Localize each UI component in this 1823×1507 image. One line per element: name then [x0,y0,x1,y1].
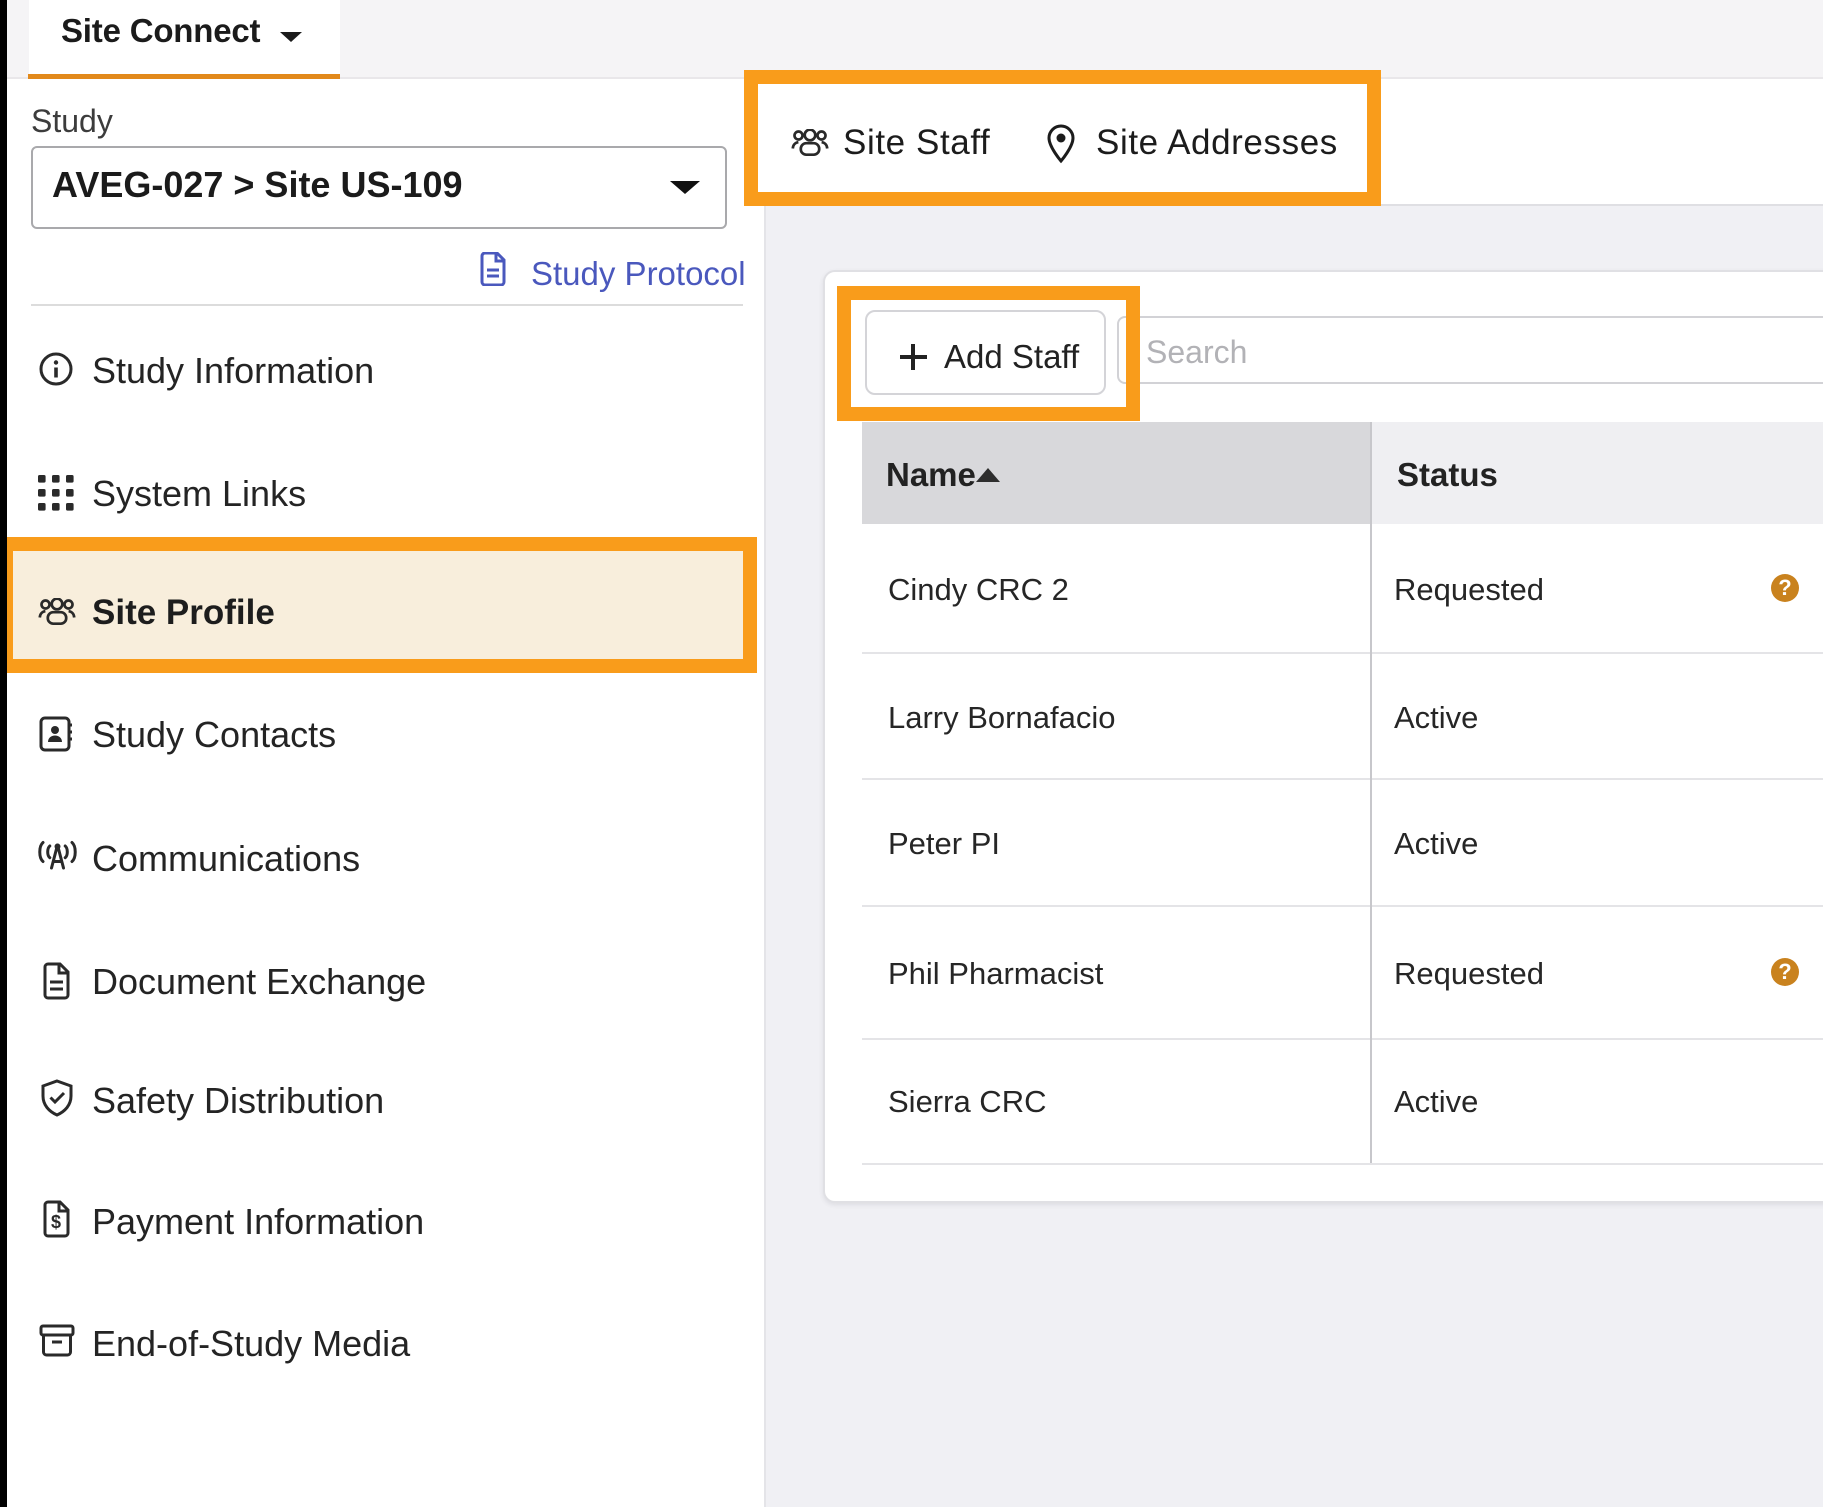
svg-text:$: $ [51,1212,61,1232]
